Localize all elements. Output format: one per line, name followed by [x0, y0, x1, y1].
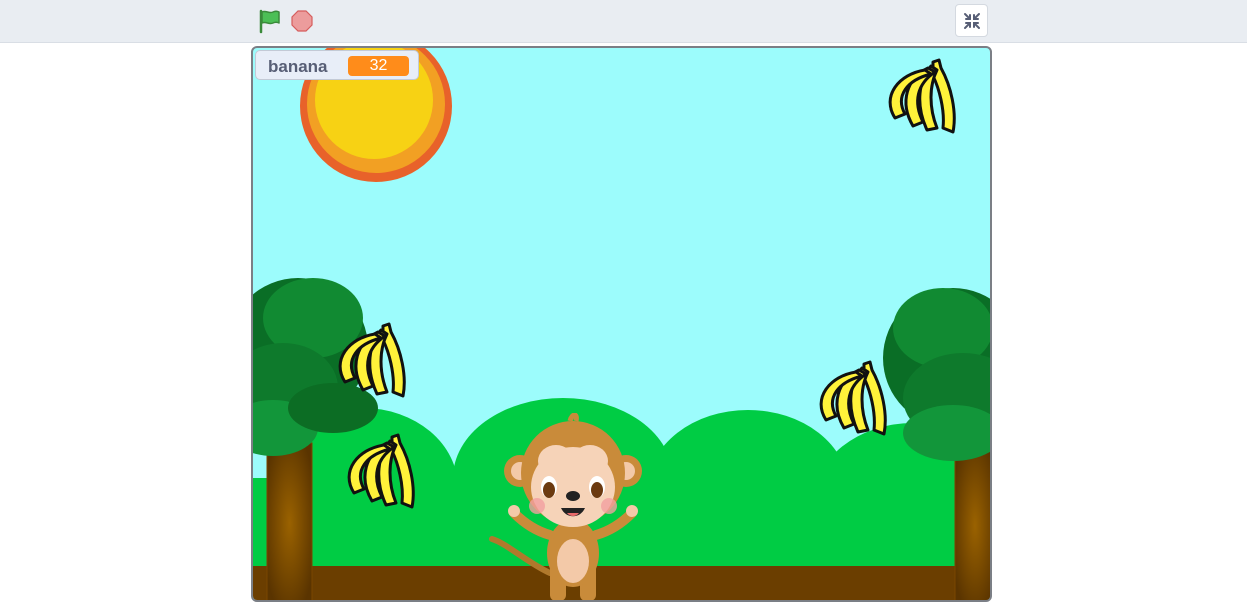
monitor-value: 32: [348, 56, 409, 76]
variable-monitor[interactable]: banana 32: [255, 50, 419, 80]
banana-sprite[interactable]: [873, 56, 963, 144]
banana-sprite[interactable]: [323, 320, 413, 408]
stop-button[interactable]: [289, 8, 315, 34]
exit-fullscreen-icon: [964, 13, 980, 29]
banana-sprite[interactable]: [804, 358, 894, 446]
exit-fullscreen-button[interactable]: [955, 4, 988, 37]
green-flag-icon: [259, 9, 280, 34]
stage[interactable]: banana 32: [251, 46, 992, 602]
green-flag-button[interactable]: [256, 8, 284, 34]
banana-sprite[interactable]: [332, 431, 422, 519]
stage-header: [0, 0, 1247, 43]
monitor-label: banana: [268, 57, 328, 76]
stop-icon: [291, 10, 313, 32]
monkey-sprite[interactable]: [488, 413, 648, 601]
